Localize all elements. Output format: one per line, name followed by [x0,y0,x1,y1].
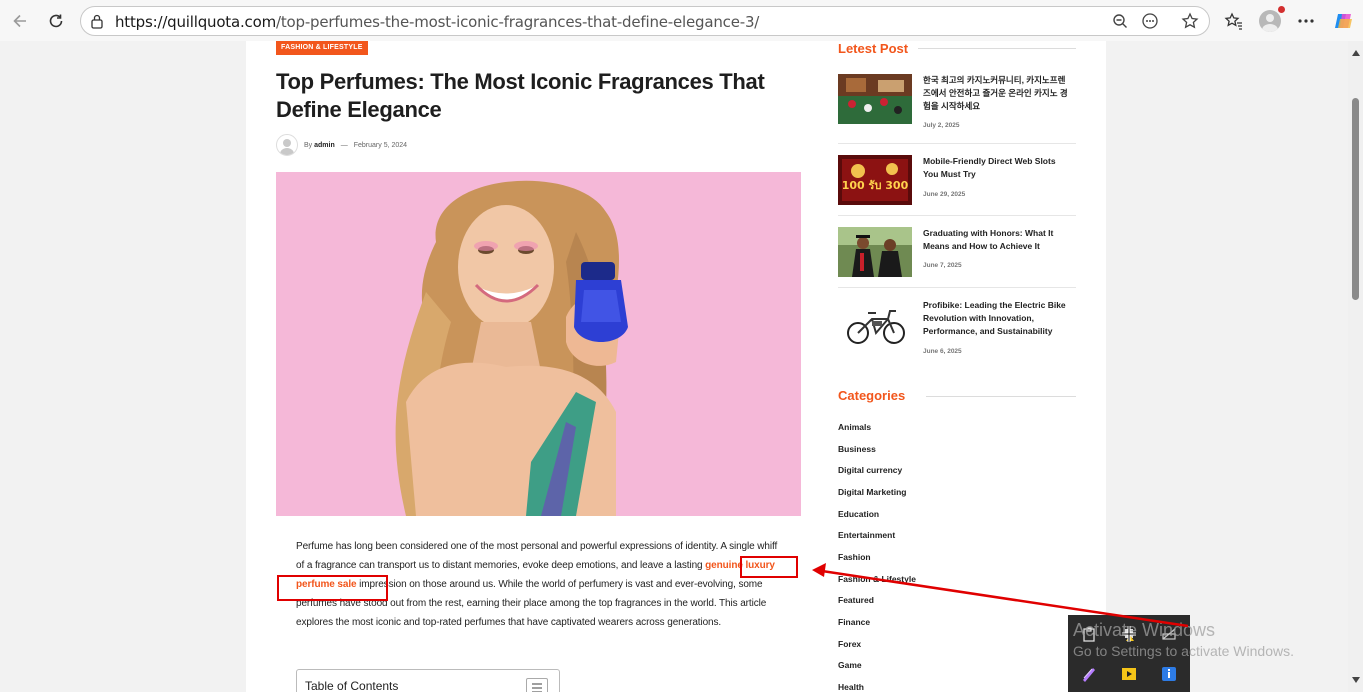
article-date: February 5, 2024 [353,141,408,149]
post-title[interactable]: Graduating with Honors: What It Means an… [923,227,1073,253]
url-text[interactable]: https://quillquota.com/top-perfumes-the-… [115,13,759,31]
latest-post-item[interactable]: Profibike: Leading the Electric Bike Rev… [838,299,1076,359]
category-link-forex[interactable]: Forex [838,639,861,649]
post-thumbnail-ebike[interactable] [838,299,912,349]
post-separator [838,287,1076,288]
post-separator [838,215,1076,216]
hero-illustration [276,172,801,516]
hero-image [276,172,801,516]
zoom-icon[interactable] [1109,10,1131,32]
copilot-icon[interactable] [1331,8,1357,34]
category-link-entertainment[interactable]: Entertainment [838,530,895,540]
latest-heading-rule [918,48,1076,49]
annotation-box-luxury-perfume-sale [277,575,388,601]
article-title: Top Perfumes: The Most Iconic Fragrances… [276,69,765,122]
tray-info-icon[interactable] [1158,663,1180,685]
notification-dot [1278,6,1285,13]
category-link-education[interactable]: Education [838,509,879,519]
latest-post-item[interactable]: 100 รับ 300 Mobile-Friendly Direct Web S… [838,155,1076,217]
url-domain: https://quillquota.com [115,13,276,31]
post-title[interactable]: 한국 최고의 카지노커뮤니티, 카지노프렌즈에서 안전하고 즐거운 온라인 카지… [923,74,1073,113]
category-link-featured[interactable]: Featured [838,595,874,605]
category-link-game[interactable]: Game [838,660,862,670]
meta-by-label: By admin [304,142,335,149]
category-badge[interactable]: FASHION & LIFESTYLE [276,41,368,55]
annotation-box-genuine [740,556,798,578]
read-aloud-icon[interactable] [1139,10,1161,32]
category-link-business[interactable]: Business [838,444,876,454]
scroll-thumb[interactable] [1352,98,1359,300]
category-link-fashion-lifestyle[interactable]: Fashion & Lifestyle [838,574,916,584]
browser-toolbar: https://quillquota.com/top-perfumes-the-… [0,0,1363,41]
slot-thumb-text: 100 รับ 300 [842,179,909,192]
post-title[interactable]: Profibike: Leading the Electric Bike Rev… [923,299,1073,338]
category-link-digital-marketing[interactable]: Digital Marketing [838,487,906,497]
page-scrollbar[interactable] [1348,41,1363,692]
table-of-contents[interactable]: Table of Contents [296,669,560,692]
post-date: July 2, 2025 [923,122,960,129]
profile-avatar-icon [1259,10,1281,32]
address-bar[interactable]: https://quillquota.com/top-perfumes-the-… [80,6,1210,36]
category-link-digital-currency[interactable]: Digital currency [838,465,902,475]
post-thumbnail-casino[interactable] [838,74,912,124]
activate-windows-title: Activate Windows [1073,620,1216,640]
categories-heading: Categories [838,388,906,403]
post-title[interactable]: Mobile-Friendly Direct Web Slots You Mus… [923,155,1073,181]
activate-windows-subtitle: Go to Settings to activate Windows. [1073,643,1294,659]
tray-pen-icon[interactable] [1078,663,1100,685]
scroll-up-arrow-icon[interactable] [1352,50,1360,56]
by-label: By [304,141,313,149]
more-options-icon[interactable] [1293,8,1319,34]
category-link-finance[interactable]: Finance [838,617,870,627]
author-link[interactable]: admin [314,142,335,149]
post-date: June 6, 2025 [923,348,962,355]
categories-heading-rule [926,396,1076,397]
category-link-fashion[interactable]: Fashion [838,552,871,562]
post-thumbnail-graduation[interactable] [838,227,912,277]
category-link-health[interactable]: Health [838,682,864,692]
favorite-star-icon[interactable] [1179,10,1201,32]
back-arrow-icon[interactable] [7,8,33,34]
author-avatar-icon[interactable] [276,134,298,156]
post-date: June 7, 2025 [923,262,962,269]
profile-avatar[interactable] [1257,6,1285,34]
latest-post-item[interactable]: 한국 최고의 카지노커뮤니티, 카지노프렌즈에서 안전하고 즐거운 온라인 카지… [838,74,1076,144]
post-thumbnail-slots[interactable]: 100 รับ 300 [838,155,912,205]
meta-separator: — [340,141,348,149]
mouse-cursor-icon [1122,626,1136,642]
article-meta: By admin — February 5, 2024 [276,134,407,156]
toc-label: Table of Contents [305,679,399,692]
category-link-animals[interactable]: Animals [838,422,871,432]
tray-media-icon[interactable] [1118,663,1140,685]
refresh-icon[interactable] [43,8,69,34]
scroll-down-arrow-icon[interactable] [1352,677,1360,683]
url-path: /top-perfumes-the-most-iconic-fragrances… [275,13,760,31]
toc-toggle-icon[interactable] [526,678,548,692]
latest-post-heading: Letest Post [838,41,909,56]
lock-icon[interactable] [90,13,104,34]
post-separator [838,143,1076,144]
favorites-icon[interactable] [1221,8,1247,34]
post-date: June 29, 2025 [923,191,966,198]
latest-post-item[interactable]: Graduating with Honors: What It Means an… [838,227,1076,289]
